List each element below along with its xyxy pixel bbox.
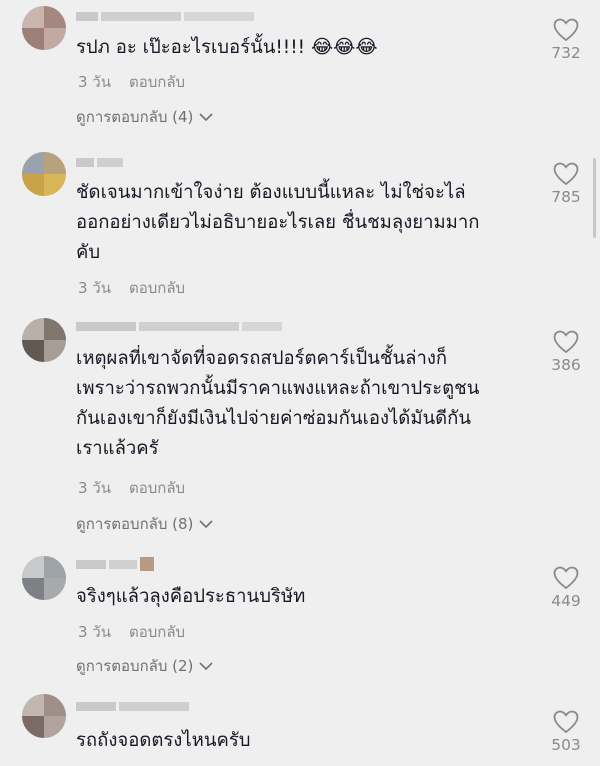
- comment-time: 3 วัน: [78, 73, 111, 91]
- heart-outline-icon: [553, 162, 579, 186]
- avatar[interactable]: [22, 694, 66, 738]
- comment-meta: 3 วัน ตอบกลับ: [78, 476, 185, 500]
- comment-time: 3 วัน: [78, 479, 111, 497]
- username-blurred[interactable]: [76, 700, 189, 712]
- like-count: 386: [551, 356, 581, 374]
- username-blurred[interactable]: [76, 156, 123, 168]
- view-replies-button[interactable]: ดูการตอบกลับ (8): [76, 512, 213, 536]
- like-count: 785: [551, 188, 581, 206]
- comment-time: 3 วัน: [78, 623, 111, 641]
- heart-outline-icon: [553, 18, 579, 42]
- like-count: 449: [551, 592, 581, 610]
- view-replies-label: ดูการตอบกลับ (8): [76, 515, 194, 533]
- reply-button[interactable]: ตอบกลับ: [129, 476, 185, 500]
- comment-text: เหตุผลที่เขาจัดที่จอดรถสปอร์ตคาร์เป็นชั้…: [76, 348, 480, 459]
- avatar[interactable]: [22, 556, 66, 600]
- comment-text: ชัดเจนมากเข้าใจง่าย ต้องแบบนี้แหละ ไม่ใช…: [76, 182, 480, 263]
- like-count: 732: [551, 44, 581, 62]
- comment-meta: 3 วัน ตอบกลับ: [78, 70, 185, 94]
- like-count: 503: [551, 736, 581, 754]
- reply-button[interactable]: ตอบกลับ: [129, 70, 185, 94]
- avatar[interactable]: [22, 6, 66, 50]
- comment-meta: 3 วัน ตอบกลับ: [78, 276, 185, 300]
- like-button[interactable]: 503: [540, 710, 592, 754]
- like-button[interactable]: 449: [540, 566, 592, 610]
- comment-time: 3 วัน: [78, 279, 111, 297]
- view-replies-button[interactable]: ดูการตอบกลับ (2): [76, 654, 213, 678]
- chevron-down-icon: [199, 112, 213, 121]
- view-replies-label: ดูการตอบกลับ (4): [76, 108, 194, 126]
- username-blurred[interactable]: [76, 10, 254, 22]
- comment-text: รปภ อะ เป๊ะอะไรเบอร์นั้น!!!! 😂😂😂: [76, 32, 536, 63]
- avatar[interactable]: [22, 318, 66, 362]
- scrollbar[interactable]: [593, 158, 596, 238]
- chevron-down-icon: [199, 519, 213, 528]
- like-button[interactable]: 785: [540, 162, 592, 206]
- comment-body: รปภ อะ เป๊ะอะไรเบอร์นั้น!!!!: [76, 37, 311, 58]
- heart-outline-icon: [553, 566, 579, 590]
- avatar[interactable]: [22, 152, 66, 196]
- username-blurred[interactable]: [76, 320, 282, 332]
- heart-outline-icon: [553, 330, 579, 354]
- heart-outline-icon: [553, 710, 579, 734]
- like-button[interactable]: 732: [540, 18, 592, 62]
- chevron-down-icon: [199, 661, 213, 670]
- view-replies-button[interactable]: ดูการตอบกลับ (4): [76, 105, 213, 129]
- comment-meta: 3 วัน ตอบกลับ: [78, 620, 185, 644]
- reply-button[interactable]: ตอบกลับ: [129, 276, 185, 300]
- reply-button[interactable]: ตอบกลับ: [129, 620, 185, 644]
- laughing-emoji: 😂😂😂: [310, 36, 378, 58]
- view-replies-label: ดูการตอบกลับ (2): [76, 657, 194, 675]
- comment-text: จริงๆแล้วลุงคือประธานบริษัท: [76, 586, 306, 607]
- comment-text: รถถังจอดตรงไหนครับ: [76, 730, 251, 751]
- like-button[interactable]: 386: [540, 330, 592, 374]
- username-blurred[interactable]: [76, 557, 154, 571]
